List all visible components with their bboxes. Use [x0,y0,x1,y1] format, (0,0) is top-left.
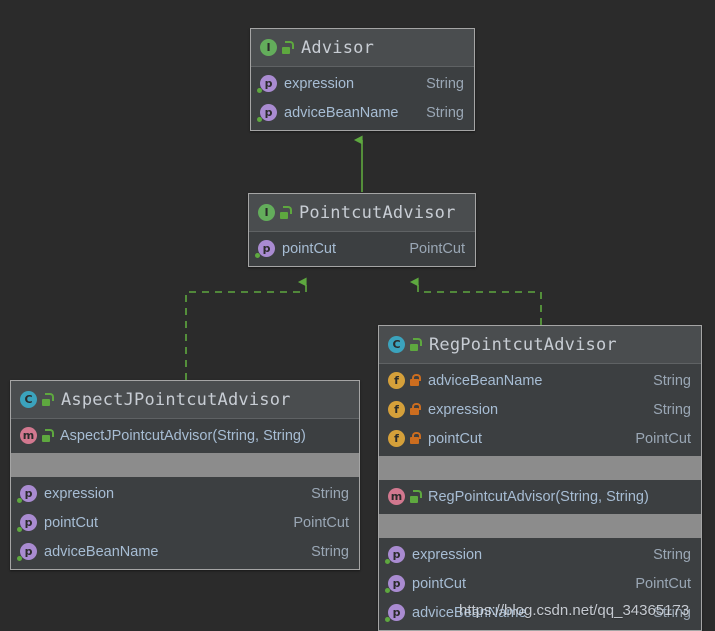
member-row[interactable]: f expression String [379,395,701,424]
property-icon: p [17,543,37,561]
field-icon: f [388,372,405,389]
unlocked-padlock-icon [42,393,54,406]
node-advisor-header[interactable]: I Advisor [251,29,474,67]
locked-padlock-icon [410,403,421,416]
node-aspectjpointcutadvisor[interactable]: C AspectJPointcutAdvisor m AspectJPointc… [10,380,360,570]
member-name: expression [44,485,115,502]
property-icon: p [257,104,277,122]
property-icon: p [385,575,405,593]
node-pointcutadvisor-properties: p pointCut PointCut [249,232,475,266]
method-icon: m [20,427,37,444]
unlocked-padlock-icon [280,206,292,219]
unlocked-padlock-icon [282,41,294,54]
member-row[interactable]: m RegPointcutAdvisor(String, String) [379,482,701,511]
member-row[interactable]: p adviceBeanName String [251,98,474,127]
property-icon: p [257,75,277,93]
unlocked-padlock-icon [42,429,54,442]
member-name: RegPointcutAdvisor(String, String) [428,488,649,505]
edge-aspectjpointcutadvisor-to-pointcutadvisor [185,277,307,380]
node-pointcutadvisor-header[interactable]: I PointcutAdvisor [249,194,475,232]
member-name: adviceBeanName [44,543,159,560]
node-aspectjpointcutadvisor-title: AspectJPointcutAdvisor [61,389,291,410]
interface-icon: I [260,39,277,56]
watermark-text: https://blog.csdn.net/qq_34365173 [459,602,690,619]
member-name: pointCut [44,514,99,531]
member-name: AspectJPointcutAdvisor(String, String) [60,427,306,444]
field-icon: f [388,430,405,447]
section-separator [379,514,701,538]
member-type: String [653,546,691,563]
member-type: String [426,75,464,92]
member-name: expression [284,75,355,92]
member-type: String [311,543,349,560]
member-name: adviceBeanName [428,372,543,389]
member-row[interactable]: p expression String [11,479,359,508]
member-row[interactable]: p pointCut PointCut [379,569,701,598]
class-icon: C [388,336,405,353]
member-name: pointCut [282,240,337,257]
member-type: String [653,401,691,418]
field-icon: f [388,401,405,418]
node-regpointcutadvisor-fields: f adviceBeanName String f expression Str… [379,364,701,456]
node-pointcutadvisor-title: PointcutAdvisor [299,202,456,223]
node-pointcutadvisor[interactable]: I PointcutAdvisor p pointCut PointCut [248,193,476,267]
member-row[interactable]: f pointCut PointCut [379,424,701,453]
node-aspectjpointcutadvisor-properties: p expression String p pointCut PointCut … [11,477,359,569]
property-icon: p [17,514,37,532]
member-row[interactable]: f adviceBeanName String [379,366,701,395]
member-name: pointCut [412,575,467,592]
node-advisor-properties: p expression String p adviceBeanName Str… [251,67,474,130]
member-type: String [311,485,349,502]
member-row[interactable]: p pointCut PointCut [249,234,475,263]
member-row[interactable]: p adviceBeanName String [11,537,359,566]
unlocked-padlock-icon [410,338,422,351]
member-type: String [426,104,464,121]
member-name: expression [428,401,499,418]
member-name: pointCut [428,430,483,447]
locked-padlock-icon [410,374,421,387]
member-row[interactable]: p expression String [379,540,701,569]
member-type: PointCut [293,514,349,531]
node-regpointcutadvisor-title: RegPointcutAdvisor [429,334,617,355]
uml-diagram-canvas: Advisor (solid generalization) --> Point… [0,0,715,631]
member-type: PointCut [409,240,465,257]
class-icon: C [20,391,37,408]
member-row[interactable]: m AspectJPointcutAdvisor(String, String) [11,421,359,450]
member-name: expression [412,546,483,563]
section-separator [11,453,359,477]
unlocked-padlock-icon [410,490,422,503]
member-type: PointCut [635,575,691,592]
method-icon: m [388,488,405,505]
node-regpointcutadvisor-methods: m RegPointcutAdvisor(String, String) [379,480,701,514]
member-type: PointCut [635,430,691,447]
member-type: String [653,372,691,389]
locked-padlock-icon [410,432,421,445]
interface-icon: I [258,204,275,221]
node-advisor[interactable]: I Advisor p expression String p adviceBe… [250,28,475,131]
node-aspectjpointcutadvisor-methods: m AspectJPointcutAdvisor(String, String) [11,419,359,453]
member-row[interactable]: p expression String [251,69,474,98]
node-advisor-title: Advisor [301,37,375,58]
edge-regpointcutadvisor-to-pointcutadvisor [409,277,542,325]
property-icon: p [385,604,405,622]
node-regpointcutadvisor[interactable]: C RegPointcutAdvisor f adviceBeanName St… [378,325,702,631]
property-icon: p [385,546,405,564]
member-name: adviceBeanName [284,104,399,121]
node-regpointcutadvisor-header[interactable]: C RegPointcutAdvisor [379,326,701,364]
section-separator [379,456,701,480]
node-aspectjpointcutadvisor-header[interactable]: C AspectJPointcutAdvisor [11,381,359,419]
member-row[interactable]: p pointCut PointCut [11,508,359,537]
property-icon: p [17,485,37,503]
property-icon: p [255,240,275,258]
